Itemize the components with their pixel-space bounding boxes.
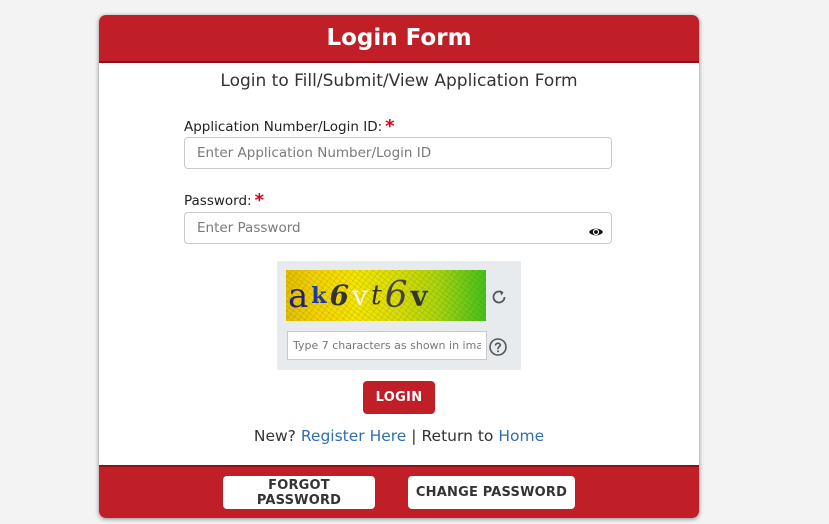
- captcha-char: a: [288, 275, 312, 316]
- register-link[interactable]: Register Here: [301, 427, 407, 445]
- login-id-label-text: Application Number/Login ID:: [184, 119, 383, 135]
- captcha-char: v: [410, 278, 431, 313]
- login-card: Login Form Login to Fill/Submit/View App…: [99, 15, 699, 518]
- captcha-char: k: [311, 282, 330, 309]
- captcha-image: a k 6 v t 6 v: [286, 270, 486, 321]
- password-label: Password: *: [184, 189, 265, 211]
- refresh-icon[interactable]: [489, 287, 509, 307]
- captcha-char: 6: [329, 279, 353, 312]
- login-button[interactable]: LOGIN: [363, 381, 435, 414]
- required-asterisk: *: [254, 190, 265, 211]
- card-footer: FORGOT PASSWORD CHANGE PASSWORD: [99, 465, 699, 518]
- captcha-char: 6: [384, 275, 411, 316]
- captcha-input[interactable]: [287, 331, 487, 360]
- forgot-password-button[interactable]: FORGOT PASSWORD: [223, 476, 375, 509]
- return-text: Return to: [421, 427, 494, 445]
- captcha-char: t: [370, 280, 385, 311]
- login-id-input[interactable]: [184, 137, 612, 169]
- captcha-text: a k 6 v t 6 v: [286, 270, 486, 321]
- links-row: New? Register Here | Return to Home: [99, 427, 699, 445]
- new-prompt-text: New?: [253, 427, 296, 445]
- question-circle-icon[interactable]: [489, 338, 507, 356]
- captcha-char: v: [352, 279, 371, 312]
- home-link[interactable]: Home: [498, 427, 544, 445]
- captcha-panel: a k 6 v t 6 v: [277, 261, 521, 370]
- login-id-label: Application Number/Login ID: *: [184, 115, 395, 137]
- login-form-header: Login Form: [99, 15, 699, 63]
- password-label-text: Password:: [184, 193, 252, 209]
- change-password-button[interactable]: CHANGE PASSWORD: [408, 476, 575, 509]
- form-subtitle: Login to Fill/Submit/View Application Fo…: [220, 71, 578, 91]
- links-separator: |: [411, 427, 417, 445]
- form-title: Login Form: [326, 25, 472, 51]
- required-asterisk: *: [385, 116, 395, 137]
- password-input[interactable]: [184, 212, 612, 244]
- eye-icon[interactable]: [588, 224, 604, 240]
